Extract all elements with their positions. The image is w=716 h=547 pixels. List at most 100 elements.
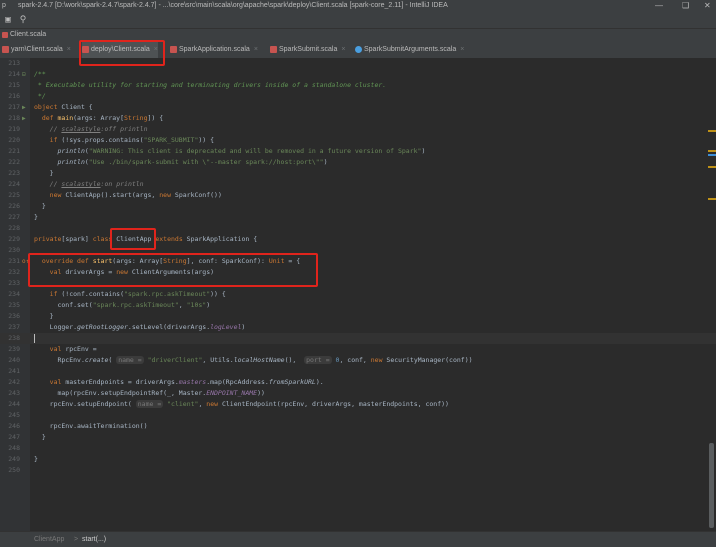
warning-marker[interactable] <box>708 150 716 152</box>
line-number: 237 <box>8 323 20 331</box>
code-text: conf.set("spark.rpc.askTimeout", "10s") <box>34 300 210 311</box>
line-number: 220 <box>8 136 20 144</box>
code-text: val masterEndpoints = driverArgs.masters… <box>34 377 324 388</box>
code-text: } <box>34 169 54 177</box>
line-number: 216 <box>8 92 20 100</box>
line-number: 241 <box>8 367 20 375</box>
code-token: rpcEnv = <box>61 345 97 353</box>
info-marker[interactable] <box>708 154 716 156</box>
code-token: , Utils. <box>202 356 234 364</box>
code-token: :on println <box>100 180 144 188</box>
intellij-logo-icon: p <box>2 2 6 9</box>
code-token: [spark] <box>61 235 93 243</box>
code-token: ]) { <box>147 114 164 122</box>
code-line: 244 rpcEnv.setupEndpoint( name = "client… <box>0 399 716 410</box>
close-tab-icon[interactable]: × <box>67 46 71 53</box>
code-token: , conf, <box>339 356 371 364</box>
code-text: new ClientApp().start(args, new SparkCon… <box>34 190 222 201</box>
code-line: 220 if (!sys.props.contains("SPARK_SUBMI… <box>0 135 716 146</box>
window-title-bar: p spark-2.4.7 [D:\work\spark-2.4.7\spark… <box>0 0 716 12</box>
code-token: new <box>206 400 219 408</box>
structure-breadcrumb-bar: ClientApp > start(...) <box>0 531 716 547</box>
code-line: 237 Logger.getRootLogger.setLevel(driver… <box>0 322 716 333</box>
close-tab-icon[interactable]: × <box>254 46 258 53</box>
breadcrumb-method[interactable]: start(...) <box>82 532 106 547</box>
code-text: RpcEnv.create( name = "driverClient", Ut… <box>34 355 473 366</box>
code-line: 248 <box>0 443 716 454</box>
line-number: 225 <box>8 191 20 199</box>
line-number: 246 <box>8 422 20 430</box>
line-number: 244 <box>8 400 20 408</box>
code-token: "WARNING: This client is deprecated and … <box>88 147 422 155</box>
line-number: 250 <box>8 466 20 474</box>
breadcrumb-class[interactable]: ClientApp <box>34 532 64 547</box>
code-text: */ <box>34 92 46 100</box>
code-line: 221 println("WARNING: This client is dep… <box>0 146 716 157</box>
scala-file-icon <box>270 46 277 53</box>
code-token: "client" <box>163 400 199 408</box>
code-line: 250 <box>0 465 716 476</box>
code-token: scalastyle <box>61 180 101 188</box>
code-token: , <box>178 301 187 309</box>
tab-spark-application[interactable]: SparkApplication.scala × <box>170 41 258 58</box>
code-token: new <box>34 191 62 199</box>
minimize-button[interactable]: — <box>655 0 663 12</box>
code-line: 234 if (!conf.contains("spark.rpc.askTim… <box>0 289 716 300</box>
line-number: 239 <box>8 345 20 353</box>
line-number: 232 <box>8 268 20 276</box>
breadcrumb-separator: > <box>74 536 79 543</box>
breadcrumb-file[interactable]: Client.scala <box>10 29 46 41</box>
code-token: masterEndpoints = driverArgs. <box>61 378 179 386</box>
tab-yarn-client[interactable]: yarn\Client.scala × <box>2 41 71 58</box>
tab-spark-submit[interactable]: SparkSubmit.scala × <box>270 41 345 58</box>
code-line: 227} <box>0 212 716 223</box>
line-number: 219 <box>8 125 20 133</box>
code-token: if <box>34 290 58 298</box>
code-text: val rpcEnv = <box>34 344 97 355</box>
line-number: 229 <box>8 235 20 243</box>
maximize-button[interactable]: ❑ <box>682 0 689 12</box>
code-token: (args: Array[ <box>73 114 125 122</box>
line-number: 213 <box>8 59 20 67</box>
line-number: 245 <box>8 411 20 419</box>
close-window-button[interactable]: ✕ <box>704 0 711 12</box>
line-number: 217 <box>8 103 20 111</box>
scala-file-icon <box>170 46 177 53</box>
code-token: "driverClient" <box>143 356 203 364</box>
vertical-scrollbar[interactable] <box>709 443 714 528</box>
line-number: 249 <box>8 455 20 463</box>
project-panel-icon[interactable]: ▣ <box>3 15 13 25</box>
code-line: 239 val rpcEnv = <box>0 344 716 355</box>
code-editor[interactable]: 213 214 ⊟ /** 215 * Executable utility for… <box>0 58 716 531</box>
line-number: 248 <box>8 444 20 452</box>
code-line: 217 ▶ object Client { <box>0 102 716 113</box>
code-token: println <box>34 158 85 166</box>
code-token: rpcEnv.setupEndpoint( <box>34 400 136 408</box>
search-icon[interactable]: ⚲ <box>18 15 28 25</box>
line-number: 235 <box>8 301 20 309</box>
code-token: logLevel <box>210 323 242 331</box>
run-icon[interactable]: ▶ <box>22 113 26 124</box>
tab-spark-submit-arguments[interactable]: SparkSubmitArguments.scala × <box>355 41 464 58</box>
current-code-line: 238 <box>0 333 716 344</box>
close-tab-icon[interactable]: × <box>341 46 345 53</box>
code-text: } <box>34 202 46 210</box>
line-number: 215 <box>8 81 20 89</box>
code-text: rpcEnv.setupEndpoint( name = "client", n… <box>34 399 449 410</box>
line-number: 222 <box>8 158 20 166</box>
line-number: 231 <box>8 257 20 265</box>
warning-marker[interactable] <box>708 198 716 200</box>
code-token: ). <box>315 378 324 386</box>
warning-marker[interactable] <box>708 166 716 168</box>
code-token: String <box>124 114 148 122</box>
close-tab-icon[interactable]: × <box>460 46 464 53</box>
line-number: 218 <box>8 114 20 122</box>
code-token: "Use ./bin/spark-submit with \"--master … <box>88 158 324 166</box>
code-text: def main(args: Array[String]) { <box>34 113 163 124</box>
code-line: 228 <box>0 223 716 234</box>
code-token: RpcEnv. <box>34 356 85 364</box>
window-title: spark-2.4.7 [D:\work\spark-2.4.7\spark-2… <box>18 2 448 9</box>
code-line: 247 } <box>0 432 716 443</box>
run-icon[interactable]: ▶ <box>22 102 26 113</box>
warning-marker[interactable] <box>708 130 716 132</box>
